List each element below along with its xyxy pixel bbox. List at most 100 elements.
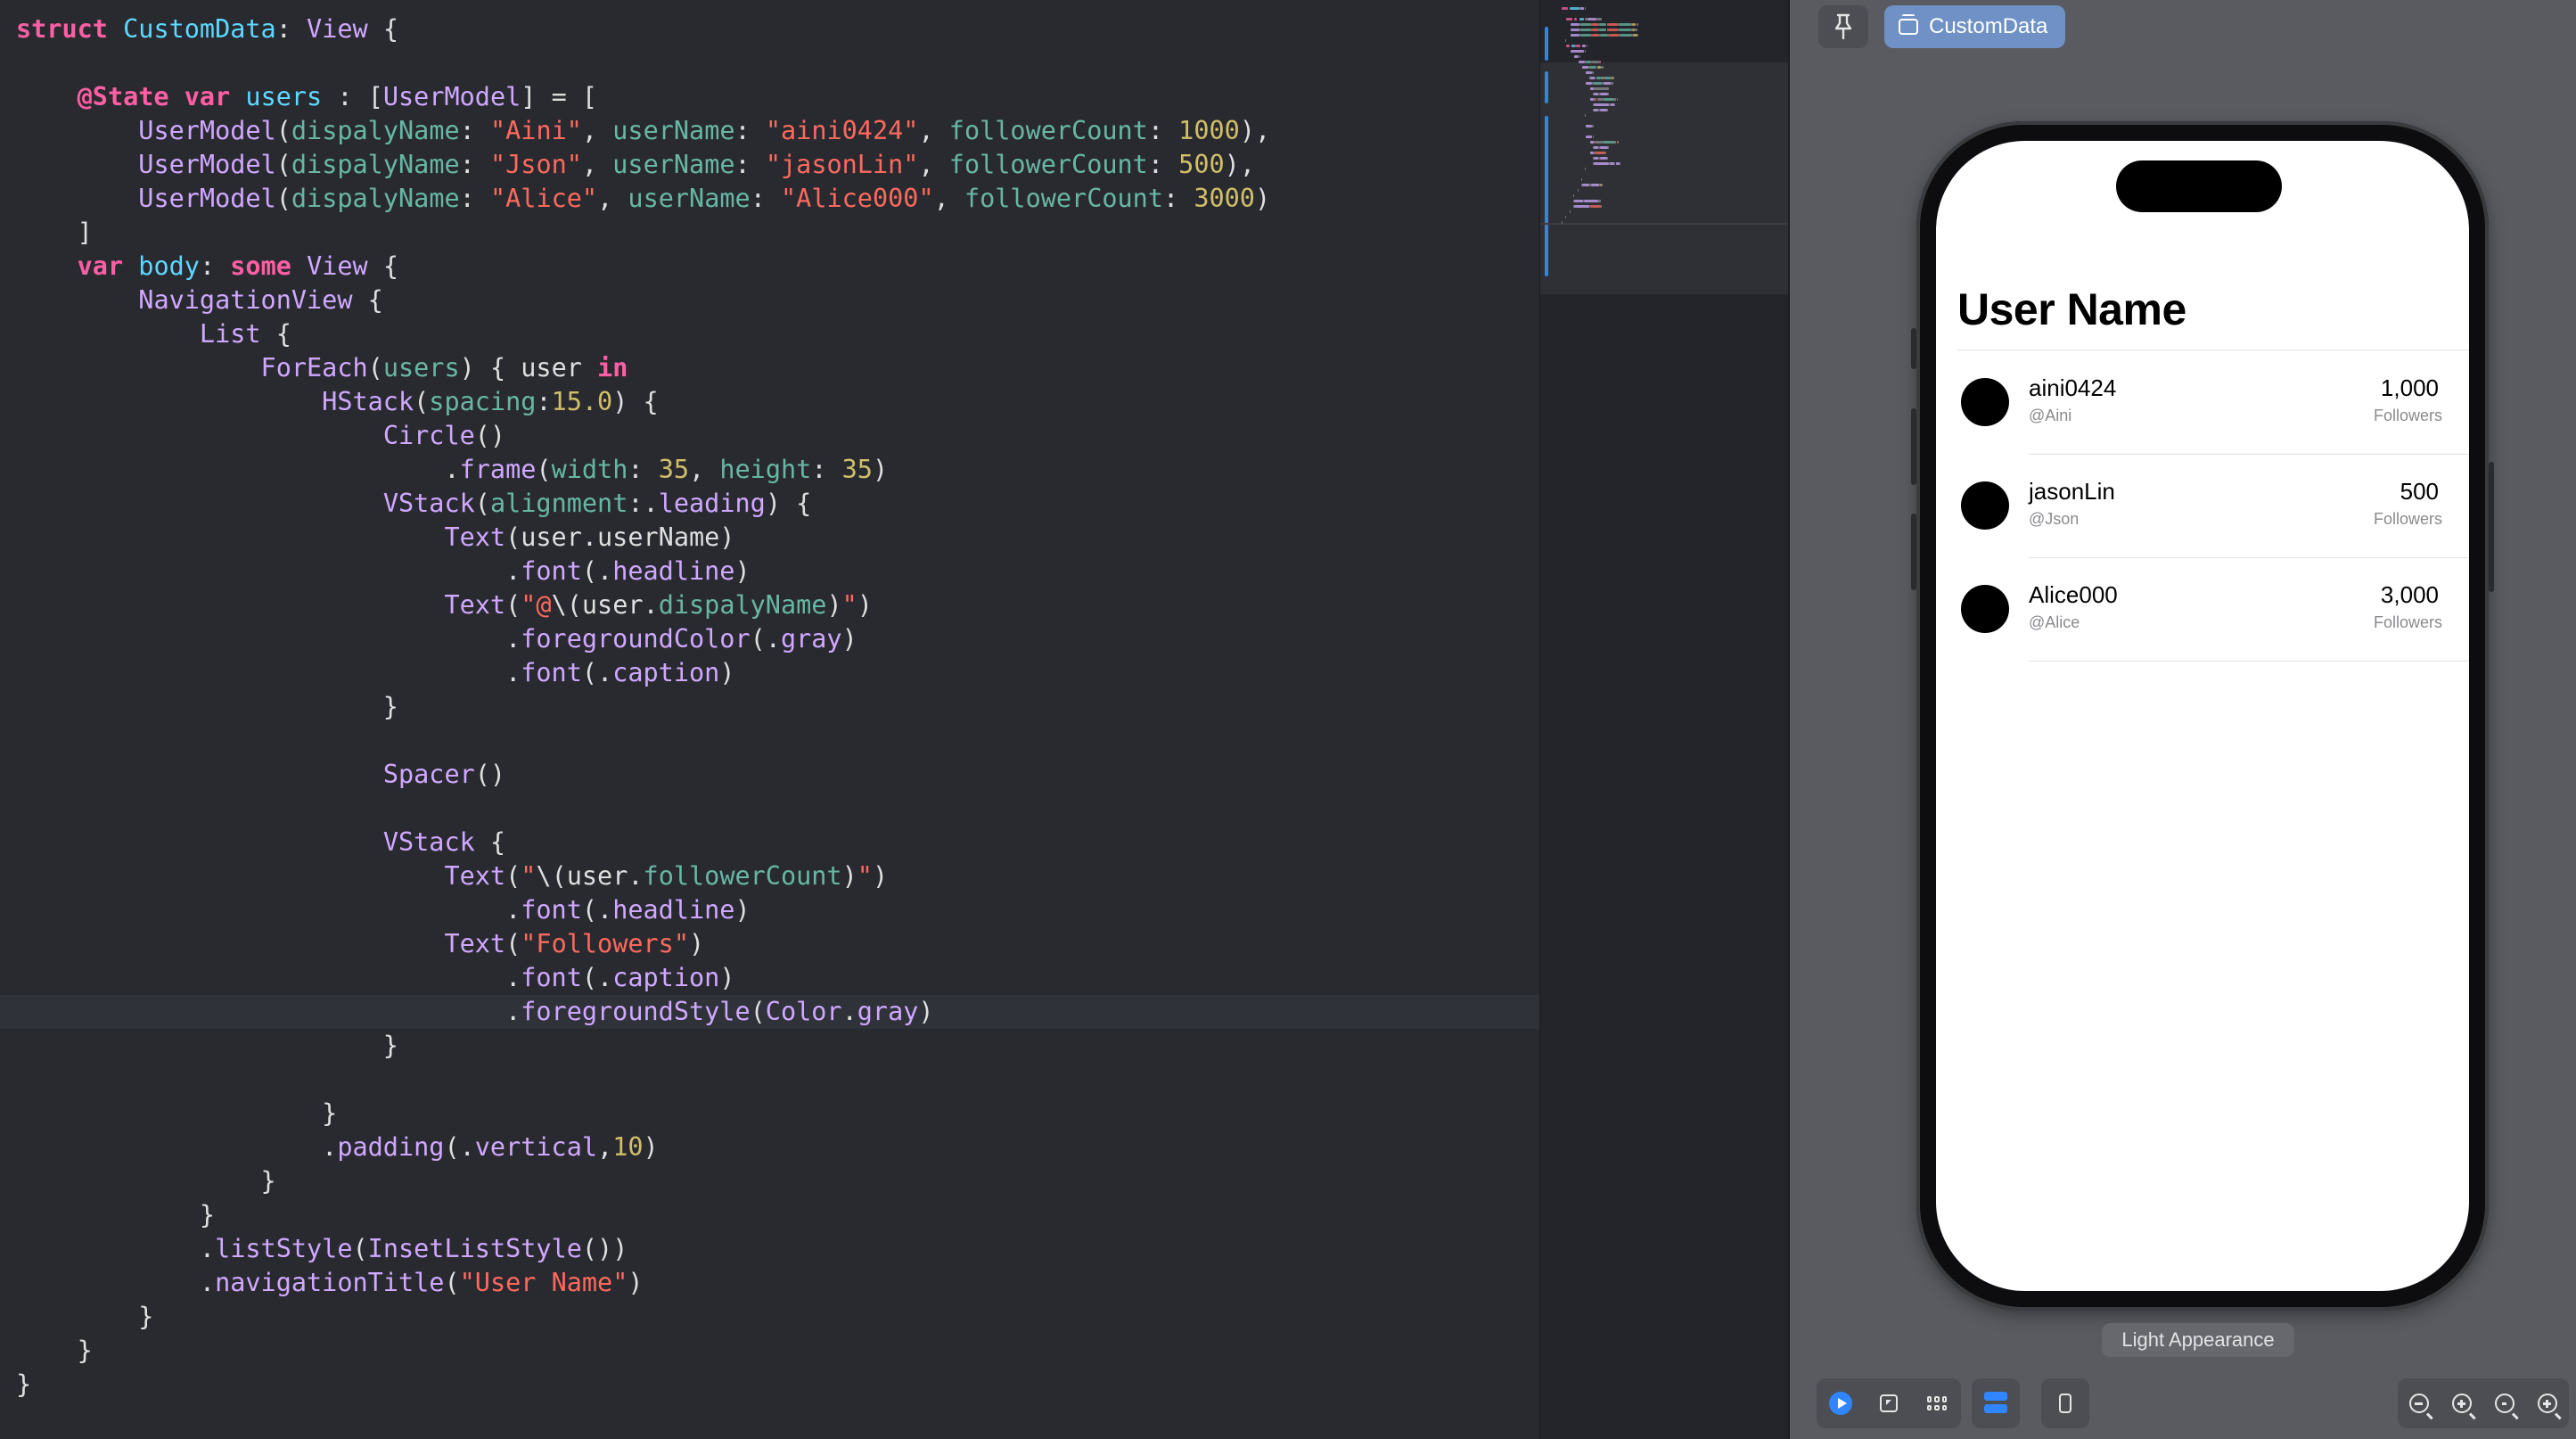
code-line[interactable]: [16, 1063, 1270, 1097]
code-line[interactable]: ]: [16, 216, 1270, 250]
zoom-in-icon[interactable]: [2441, 1378, 2483, 1428]
source-code[interactable]: struct CustomData: View { @State var use…: [0, 12, 1539, 1402]
minimap-token: [1606, 157, 1608, 160]
code-line[interactable]: UserModel(dispalyName: "Json", userName:…: [16, 148, 1270, 182]
code-line[interactable]: NavigationView {: [16, 284, 1270, 317]
row-divider: [2029, 661, 2469, 662]
code-line[interactable]: VStack(alignment:.leading) {: [16, 487, 1270, 521]
minimap-token: [1594, 162, 1609, 165]
minimap-token: [1579, 29, 1591, 31]
code-line[interactable]: .padding(.vertical,10): [16, 1131, 1270, 1164]
code-editor[interactable]: struct CustomData: View { @State var use…: [0, 0, 1539, 1439]
code-line[interactable]: .navigationTitle("User Name"): [16, 1266, 1270, 1300]
code-line[interactable]: [16, 724, 1270, 758]
grid-icon[interactable]: [1913, 1378, 1961, 1428]
minimap-token: [1581, 45, 1587, 47]
code-line[interactable]: .foregroundStyle(Color.gray): [0, 995, 1539, 1029]
minimap-token: [1562, 7, 1568, 10]
minimap-token: [1607, 146, 1609, 149]
code-line[interactable]: Text("\(user.followerCount)"): [16, 859, 1270, 893]
volume-up-button: [1911, 408, 1916, 485]
code-line[interactable]: UserModel(dispalyName: "Alice", userName…: [16, 182, 1270, 216]
code-line[interactable]: .font(.headline): [16, 555, 1270, 588]
minimap-viewport[interactable]: [1540, 62, 1790, 294]
display-name: @Json: [2029, 510, 2080, 528]
code-line[interactable]: }: [16, 1334, 1270, 1368]
minimap-token: [1574, 205, 1589, 208]
code-line[interactable]: }: [16, 1029, 1270, 1063]
pin-icon[interactable]: [1818, 5, 1868, 48]
live-preview-icon[interactable]: [1817, 1378, 1865, 1428]
minimap-token: [1582, 66, 1588, 69]
minimap-token: [1601, 205, 1603, 208]
code-line[interactable]: [16, 792, 1270, 826]
minimap-token: [1577, 189, 1579, 192]
list-item[interactable]: aini0424 @Aini 1,000 Followers: [1936, 351, 2469, 455]
preview-tab-customdata[interactable]: CustomData: [1884, 5, 2066, 48]
code-line[interactable]: }: [16, 1097, 1270, 1131]
preview-canvas[interactable]: CustomData User Name aini0424 @Aini 1,00…: [1790, 0, 2576, 1439]
device-screen[interactable]: User Name aini0424 @Aini 1,000 Followers…: [1936, 141, 2469, 1291]
code-line[interactable]: ForEach(users) { user in: [16, 351, 1270, 385]
code-line[interactable]: .font(.caption): [16, 656, 1270, 690]
code-line[interactable]: struct CustomData: View {: [16, 12, 1270, 46]
zoom-out-icon[interactable]: [2398, 1378, 2441, 1428]
code-line[interactable]: Spacer(): [16, 758, 1270, 792]
list-item[interactable]: jasonLin @Json 500 Followers: [1936, 455, 2469, 558]
minimap-token: [1570, 34, 1579, 37]
code-line[interactable]: @State var users : [UserModel] = [: [16, 80, 1270, 114]
code-line[interactable]: VStack {: [16, 826, 1270, 859]
minimap-token: [1599, 157, 1607, 160]
minimap-token: [1585, 7, 1587, 10]
code-line[interactable]: }: [16, 690, 1270, 724]
code-line[interactable]: .listStyle(InsetListStyle()): [16, 1232, 1270, 1266]
minimap-token: [1586, 136, 1592, 138]
code-line[interactable]: Text(user.userName): [16, 521, 1270, 555]
minimap-token: [1592, 34, 1599, 37]
code-line[interactable]: [16, 46, 1270, 80]
variants-icon[interactable]: [1972, 1378, 2020, 1428]
minimap-token: [1604, 82, 1611, 85]
code-line[interactable]: .font(.caption): [16, 961, 1270, 995]
device-settings-icon[interactable]: [2041, 1378, 2089, 1428]
action-button: [1911, 328, 1916, 369]
zoom-fit-icon[interactable]: [2526, 1378, 2569, 1428]
code-line[interactable]: }: [16, 1164, 1270, 1198]
minimap-token: [1584, 200, 1598, 202]
selectable-icon[interactable]: [1865, 1378, 1913, 1428]
zoom-100-icon[interactable]: [2483, 1378, 2526, 1428]
list-item[interactable]: Alice000 @Alice 3,000 Followers: [1936, 558, 2469, 662]
avatar: [1961, 378, 2009, 426]
code-line[interactable]: Text("Followers"): [16, 927, 1270, 961]
code-line[interactable]: }: [16, 1198, 1270, 1232]
minimap-token: [1616, 98, 1618, 101]
minimap-token: [1599, 146, 1608, 149]
minimap-token: [1607, 29, 1618, 31]
minimap-token: [1562, 221, 1563, 224]
nav-divider: [1957, 349, 2469, 350]
code-line[interactable]: HStack(spacing:15.0) {: [16, 385, 1270, 419]
code-line[interactable]: var body: some View {: [16, 250, 1270, 284]
code-line[interactable]: Text("@\(user.dispalyName)"): [16, 588, 1270, 622]
pin-icon-glyph: [1834, 13, 1852, 40]
appearance-label[interactable]: Light Appearance: [2102, 1323, 2294, 1357]
minimap-token: [1574, 200, 1584, 202]
code-line[interactable]: .foregroundColor(.gray): [16, 622, 1270, 656]
minimap-token: [1607, 23, 1618, 26]
minimap-token: [1586, 125, 1592, 127]
code-line[interactable]: }: [16, 1300, 1270, 1334]
minimap-token: [1610, 82, 1614, 85]
minimap-token: [1596, 18, 1602, 21]
code-line[interactable]: .frame(width: 35, height: 35): [16, 453, 1270, 487]
variants-group: [1972, 1378, 2020, 1428]
minimap-token: [1590, 61, 1599, 63]
minimap-token: [1619, 34, 1633, 37]
minimap-token: [1566, 45, 1570, 47]
code-line[interactable]: Circle(): [16, 419, 1270, 453]
code-line[interactable]: .font(.headline): [16, 893, 1270, 927]
minimap-token: [1594, 103, 1609, 106]
code-line[interactable]: List {: [16, 317, 1270, 351]
code-line[interactable]: UserModel(dispalyName: "Aini", userName:…: [16, 114, 1270, 148]
code-line[interactable]: }: [16, 1368, 1270, 1402]
minimap[interactable]: [1539, 0, 1790, 1439]
